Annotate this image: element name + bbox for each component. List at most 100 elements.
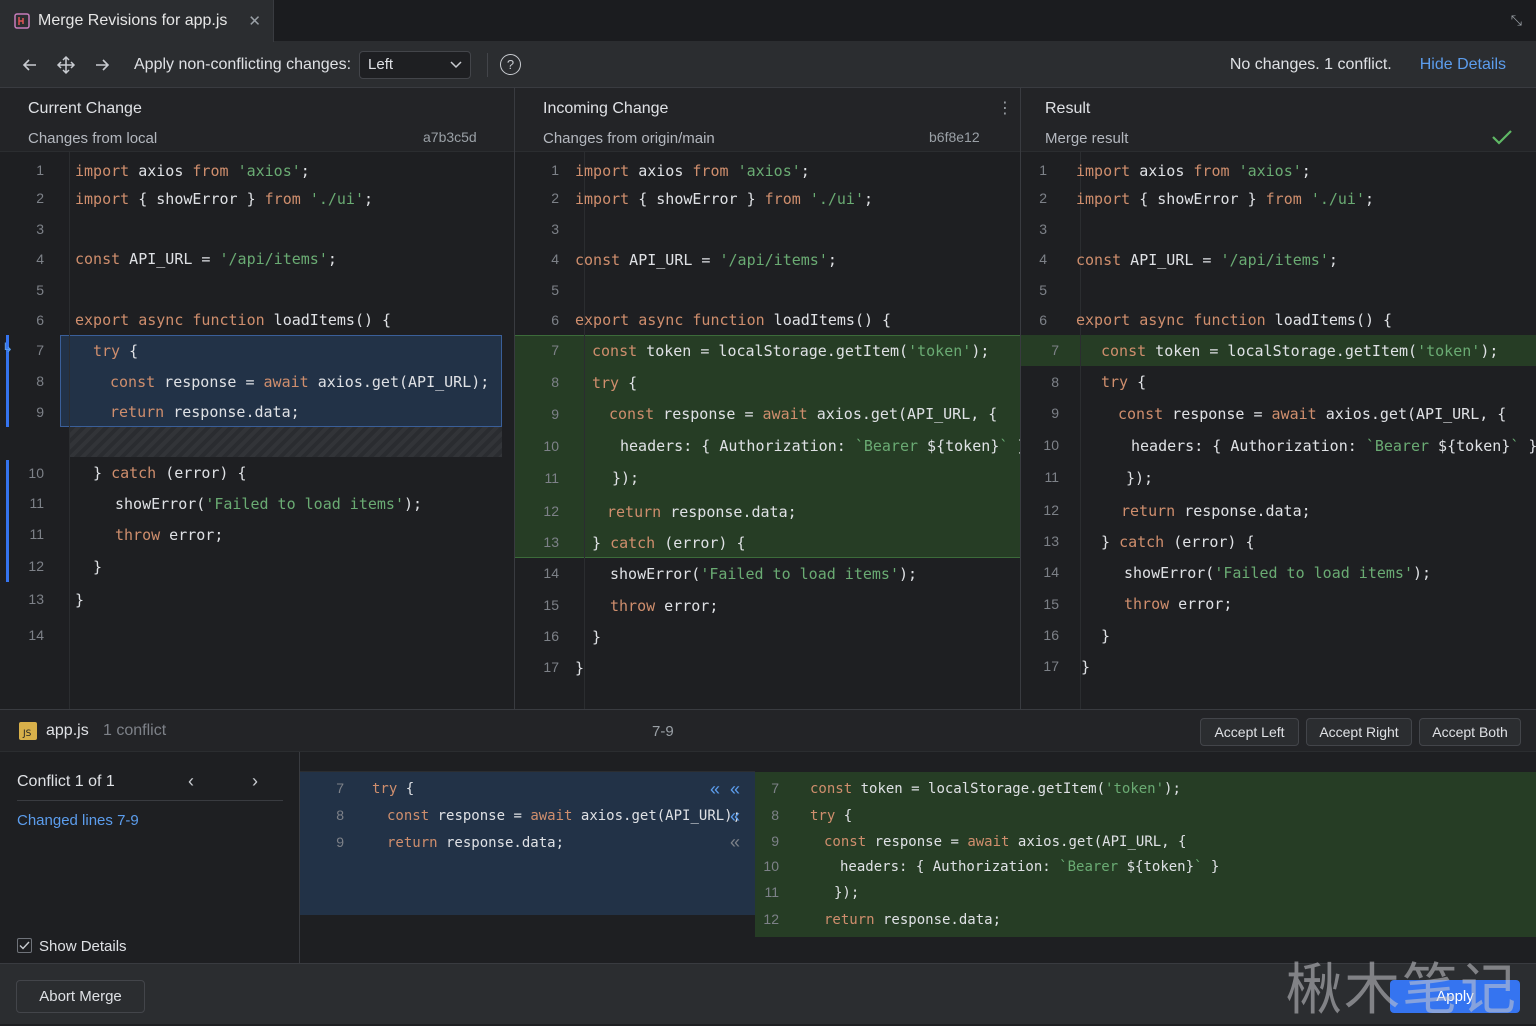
close-icon[interactable]: ✕ bbox=[248, 12, 261, 30]
divider bbox=[17, 800, 283, 801]
next-arrow-icon[interactable] bbox=[84, 50, 120, 80]
show-details-checkbox[interactable] bbox=[17, 938, 32, 953]
line-number: 11 bbox=[764, 884, 779, 900]
line-number: 8 bbox=[1051, 374, 1059, 390]
conflict-count: 1 conflict bbox=[103, 722, 167, 739]
incoming-change-pane: Incoming Change ⋮ Changes from origin/ma… bbox=[515, 88, 1021, 709]
line-number: 3 bbox=[551, 221, 559, 237]
line-number: 9 bbox=[771, 833, 779, 849]
line-number: 14 bbox=[543, 565, 559, 581]
resolve-left-icon[interactable]: ↳ bbox=[2, 340, 13, 356]
line-number: 8 bbox=[551, 374, 559, 390]
move-icon[interactable] bbox=[48, 50, 84, 80]
apply-left-icon[interactable]: « bbox=[730, 806, 740, 827]
pane-header: Incoming Change ⋮ Changes from origin/ma… bbox=[515, 88, 1020, 152]
chevron-left-icon[interactable]: ‹ bbox=[188, 771, 194, 792]
accept-right-button[interactable]: Accept Right bbox=[1306, 718, 1412, 746]
line-number: 7 bbox=[551, 342, 559, 358]
code-line: } bbox=[592, 628, 602, 646]
code-line: }); bbox=[1126, 469, 1154, 487]
line-number: 8 bbox=[771, 807, 779, 823]
code-line: const API_URL = '/api/items'; bbox=[75, 250, 337, 268]
show-details-label: Show Details bbox=[39, 938, 127, 955]
code-line: export async function loadItems() { bbox=[75, 311, 392, 329]
toolbar-divider bbox=[487, 52, 489, 77]
code-line: try { bbox=[93, 342, 139, 360]
accept-left-button[interactable]: Accept Left bbox=[1200, 718, 1299, 746]
code-line: try { bbox=[372, 781, 415, 797]
line-number: 3 bbox=[1039, 221, 1047, 237]
code-line: const response = await axios.get(API_URL… bbox=[824, 834, 1187, 850]
line-number: 16 bbox=[1043, 627, 1059, 643]
title-bar: Merge Revisions for app.js ✕ ⤡ bbox=[0, 0, 1536, 42]
line-number: 15 bbox=[1043, 596, 1059, 612]
code-line: headers: { Authorization: `Bearer ${toke… bbox=[1131, 437, 1536, 455]
chevron-down-icon bbox=[450, 60, 462, 68]
code-line: } catch (error) { bbox=[1101, 533, 1255, 551]
chevron-right-icon[interactable]: › bbox=[252, 771, 258, 792]
pane-title: Result bbox=[1045, 100, 1091, 117]
line-number: 12 bbox=[763, 911, 779, 927]
code-line: const token = localStorage.getItem('toke… bbox=[1101, 342, 1499, 360]
previous-arrow-icon[interactable] bbox=[12, 50, 48, 80]
pane-subtitle: Changes from origin/main bbox=[543, 130, 715, 147]
apply-side-value: Left bbox=[368, 56, 394, 73]
more-options-icon[interactable]: ⋮ bbox=[997, 98, 1013, 118]
apply-left-icon[interactable]: « bbox=[710, 779, 720, 800]
code-line: } bbox=[93, 558, 103, 576]
line-number: 1 bbox=[1039, 162, 1047, 178]
code-line: return response.data; bbox=[1121, 502, 1311, 520]
line-number: 10 bbox=[763, 858, 779, 874]
result-pane: Result Merge result 1 2 3 4 5 6 7 8 9 10… bbox=[1021, 88, 1536, 709]
code-line: try { bbox=[1101, 373, 1147, 391]
accept-both-button[interactable]: Accept Both bbox=[1419, 718, 1521, 746]
pane-header: Current Change Changes from local a7b3c5… bbox=[0, 88, 514, 152]
toolbar: Apply non-conflicting changes: Left ? No… bbox=[0, 42, 1536, 88]
line-number: 12 bbox=[1043, 502, 1059, 518]
conflict-range: 7-9 bbox=[652, 723, 674, 740]
apply-left-icon[interactable]: « bbox=[730, 779, 740, 800]
changed-lines-link[interactable]: Changed lines 7-9 bbox=[17, 812, 139, 829]
code-line: }); bbox=[834, 885, 860, 901]
merge-file-icon bbox=[14, 13, 30, 29]
line-number: 14 bbox=[1043, 564, 1059, 580]
line-number: 11 bbox=[29, 495, 44, 511]
code-line: import { showError } from './ui'; bbox=[1076, 190, 1375, 208]
js-file-icon: JS bbox=[19, 722, 37, 740]
conflict-local-view: 7 8 9 try { const response = await axios… bbox=[300, 752, 755, 964]
code-line: } bbox=[575, 659, 585, 677]
hide-details-link[interactable]: Hide Details bbox=[1420, 56, 1506, 74]
code-line: showError('Failed to load items'); bbox=[1124, 564, 1432, 582]
line-number: 1 bbox=[551, 162, 559, 178]
commit-hash: a7b3c5d bbox=[423, 129, 477, 145]
abort-merge-button[interactable]: Abort Merge bbox=[16, 980, 145, 1013]
code-line: return response.data; bbox=[607, 503, 797, 521]
code-line: } bbox=[1101, 627, 1111, 645]
line-number: 2 bbox=[36, 190, 44, 206]
collapse-icon[interactable]: ⤡ bbox=[1511, 12, 1522, 29]
pane-subtitle: Changes from local bbox=[28, 130, 158, 147]
line-number: 17 bbox=[543, 659, 559, 675]
code-line: try { bbox=[810, 808, 853, 824]
watermark: 楸木笔记 bbox=[1286, 958, 1518, 1023]
code-line: return response.data; bbox=[110, 403, 300, 421]
code-line: } catch (error) { bbox=[592, 534, 746, 552]
code-line: import { showError } from './ui'; bbox=[75, 190, 374, 208]
code-line: } bbox=[75, 591, 85, 609]
line-number: 12 bbox=[543, 503, 559, 519]
line-number: 6 bbox=[1039, 312, 1047, 328]
apply-side-select[interactable]: Left bbox=[359, 50, 472, 79]
code-line: return response.data; bbox=[387, 835, 565, 851]
apply-left-icon[interactable]: « bbox=[730, 832, 740, 853]
line-number: 11 bbox=[544, 470, 559, 486]
current-change-pane: Current Change Changes from local a7b3c5… bbox=[0, 88, 515, 709]
line-number: 11 bbox=[1044, 469, 1059, 485]
code-line: import { showError } from './ui'; bbox=[575, 190, 874, 208]
line-number: 4 bbox=[36, 251, 44, 267]
code-line: import axios from 'axios'; bbox=[75, 162, 310, 180]
line-number: 16 bbox=[543, 628, 559, 644]
conflict-details-header: JS app.js 1 conflict 7-9 Accept Left Acc… bbox=[0, 709, 1536, 752]
editor-tab[interactable]: Merge Revisions for app.js ✕ bbox=[0, 0, 274, 42]
help-icon[interactable]: ? bbox=[500, 54, 522, 75]
line-number: 3 bbox=[36, 221, 44, 237]
